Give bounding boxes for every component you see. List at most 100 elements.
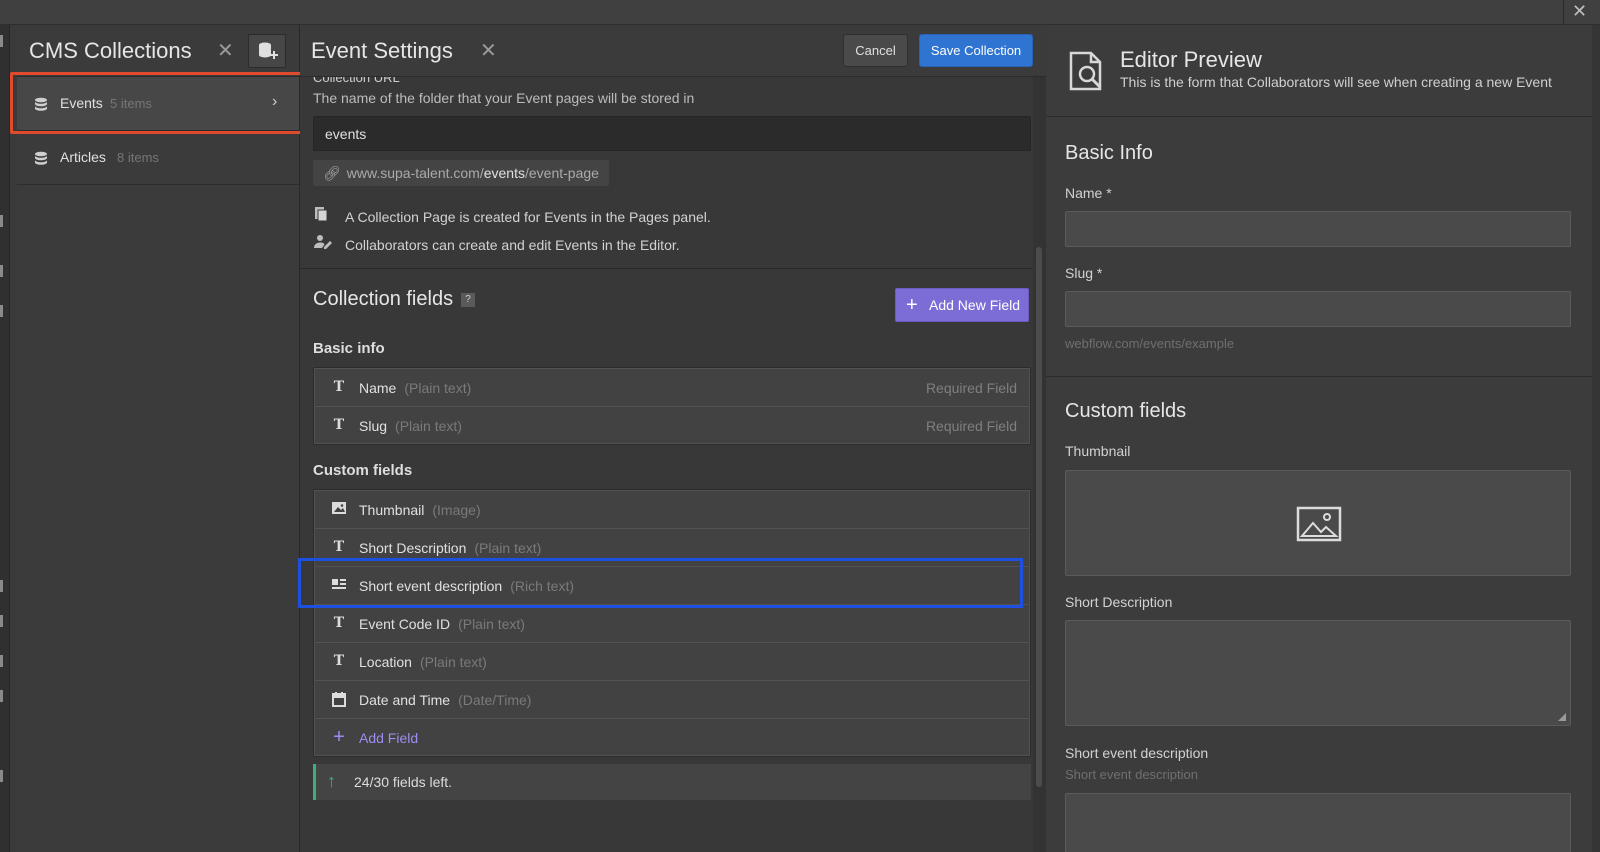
cms-close-icon[interactable]: ✕ [217, 38, 234, 63]
preview-slug-input[interactable] [1065, 291, 1571, 327]
preview-custom-title: Custom fields [1065, 400, 1187, 422]
preview-basic-title: Basic Info [1065, 142, 1153, 164]
field-name: Date and Time [359, 692, 451, 708]
image-icon [331, 501, 347, 517]
field-type: (Plain text) [419, 654, 487, 670]
event-settings-panel: Event Settings ✕ Cancel Save Collection … [300, 25, 1046, 852]
field-name: Slug [359, 418, 388, 434]
field-row-name[interactable]: T Name (Plain text) Required Field [314, 368, 1030, 406]
required-badge: Required Field [925, 380, 1017, 396]
toolbar-marker [0, 265, 3, 277]
right-edge [1592, 25, 1600, 852]
preview-divider [1046, 376, 1600, 377]
preview-slug-hint: webflow.com/events/example [1065, 336, 1235, 351]
settings-scrollbar[interactable] [1033, 77, 1046, 852]
text-icon: T [333, 653, 345, 669]
custom-fields-title: Custom fields [313, 462, 413, 479]
field-label: Date and Time (Date/Time) [359, 692, 531, 708]
settings-close-icon[interactable]: ✕ [480, 38, 497, 63]
add-new-field-label: Add New Field [929, 297, 1021, 313]
cms-header: CMS Collections ✕ [17, 25, 299, 77]
field-row-thumbnail[interactable]: Thumbnail (Image) [314, 490, 1030, 528]
field-type: (Plain text) [395, 418, 462, 434]
field-row-location[interactable]: T Location (Plain text) [314, 642, 1030, 680]
preview-short-desc-textarea[interactable] [1065, 620, 1571, 726]
fields-left-notice: ↑ 24/30 fields left. [313, 764, 1031, 800]
add-collection-button[interactable] [248, 34, 286, 68]
preview-title: Editor Preview [1120, 47, 1262, 72]
field-type: (Rich text) [510, 578, 574, 594]
preview-short-event-richtext[interactable] [1065, 793, 1571, 852]
field-name: Name [359, 380, 397, 396]
add-field-row[interactable]: + Add Field [314, 718, 1030, 756]
field-label: Slug (Plain text) [359, 418, 462, 434]
field-label: Event Code ID (Plain text) [359, 616, 525, 632]
url-slug: events [483, 165, 525, 181]
preview-thumbnail-dropzone[interactable] [1065, 470, 1571, 576]
collection-name: Articles [60, 149, 106, 165]
field-row-event-code-id[interactable]: T Event Code ID (Plain text) [314, 604, 1030, 642]
collection-count: 5 items [110, 96, 152, 111]
help-icon[interactable]: ? [461, 293, 476, 307]
add-new-field-button[interactable]: + Add New Field [895, 288, 1029, 322]
collection-count: 8 items [117, 150, 159, 165]
collection-item-articles[interactable]: Articles 8 items [17, 131, 299, 185]
field-type: (Plain text) [404, 380, 472, 396]
plus-icon: + [333, 726, 345, 748]
preview-subtitle: This is the form that Collaborators will… [1120, 74, 1552, 90]
collection-url-help: The name of the folder that your Event p… [313, 90, 695, 106]
preview-thumbnail-label: Thumbnail [1065, 443, 1131, 459]
pages-info-text: A Collection Page is created for Events … [345, 209, 711, 225]
field-label: Short event description (Rich text) [359, 578, 574, 594]
preview-name-label: Name * [1065, 185, 1112, 201]
collection-url-preview[interactable]: 🔗︎ www.supa-talent.com/events/event-page [313, 160, 609, 186]
toolbar-marker [0, 770, 3, 782]
toolbar-marker [0, 215, 3, 227]
field-name: Short Description [359, 540, 467, 556]
save-collection-button[interactable]: Save Collection [919, 34, 1033, 67]
field-row-short-description[interactable]: T Short Description (Plain text) [314, 528, 1030, 566]
image-placeholder-icon [1296, 506, 1342, 542]
field-name: Short event description [359, 578, 503, 594]
collaborators-info: Collaborators can create and edit Events… [313, 234, 680, 253]
preview-short-event-hint: Short event description [1065, 767, 1198, 782]
pages-icon [313, 206, 333, 225]
field-row-short-event-description[interactable]: Short event description (Rich text) [314, 566, 1030, 604]
preview-name-input[interactable] [1065, 211, 1571, 247]
collaborators-info-text: Collaborators can create and edit Events… [345, 237, 680, 253]
preview-short-desc-label: Short Description [1065, 594, 1173, 610]
collection-url-input[interactable]: events [313, 116, 1031, 151]
add-field-label: Add Field [359, 730, 419, 746]
field-row-date-and-time[interactable]: Date and Time (Date/Time) [314, 680, 1030, 718]
field-row-slug[interactable]: T Slug (Plain text) Required Field [314, 406, 1030, 444]
field-type: (Plain text) [474, 540, 542, 556]
user-edit-icon [313, 234, 333, 253]
link-icon: 🔗︎ [323, 165, 341, 181]
resize-handle-icon[interactable] [1558, 713, 1566, 721]
url-suffix: /event-page [524, 165, 599, 181]
section-divider [300, 268, 1033, 269]
collection-fields-heading: Collection fields [313, 288, 454, 310]
preview-header: Editor Preview This is the form that Col… [1046, 25, 1600, 117]
top-bar: ✕ [0, 0, 1600, 25]
cancel-button[interactable]: Cancel [843, 34, 908, 67]
field-name: Thumbnail [359, 502, 425, 518]
preview-search-icon [1069, 51, 1102, 91]
cms-collections-panel: CMS Collections ✕ Events 5 items › Artic… [17, 25, 300, 852]
text-icon: T [333, 615, 345, 631]
fields-left-text: 24/30 fields left. [354, 774, 453, 790]
scrollbar-thumb[interactable] [1036, 247, 1042, 787]
field-type: (Plain text) [458, 616, 525, 632]
collection-fields-title: Collection fields? [313, 288, 476, 311]
collection-item-events[interactable]: Events 5 items › [17, 77, 299, 131]
window-close-icon[interactable]: ✕ [1572, 0, 1587, 22]
arrow-up-icon: ↑ [327, 771, 336, 791]
editor-preview-panel: Editor Preview This is the form that Col… [1046, 25, 1600, 852]
collection-name: Events [60, 95, 103, 111]
toolbar-marker [0, 655, 3, 667]
field-label: Thumbnail (Image) [359, 502, 481, 518]
toolbar-marker [0, 305, 3, 317]
pages-info: A Collection Page is created for Events … [313, 206, 711, 225]
toolbar-marker [0, 690, 3, 702]
settings-title: Event Settings [311, 38, 453, 63]
